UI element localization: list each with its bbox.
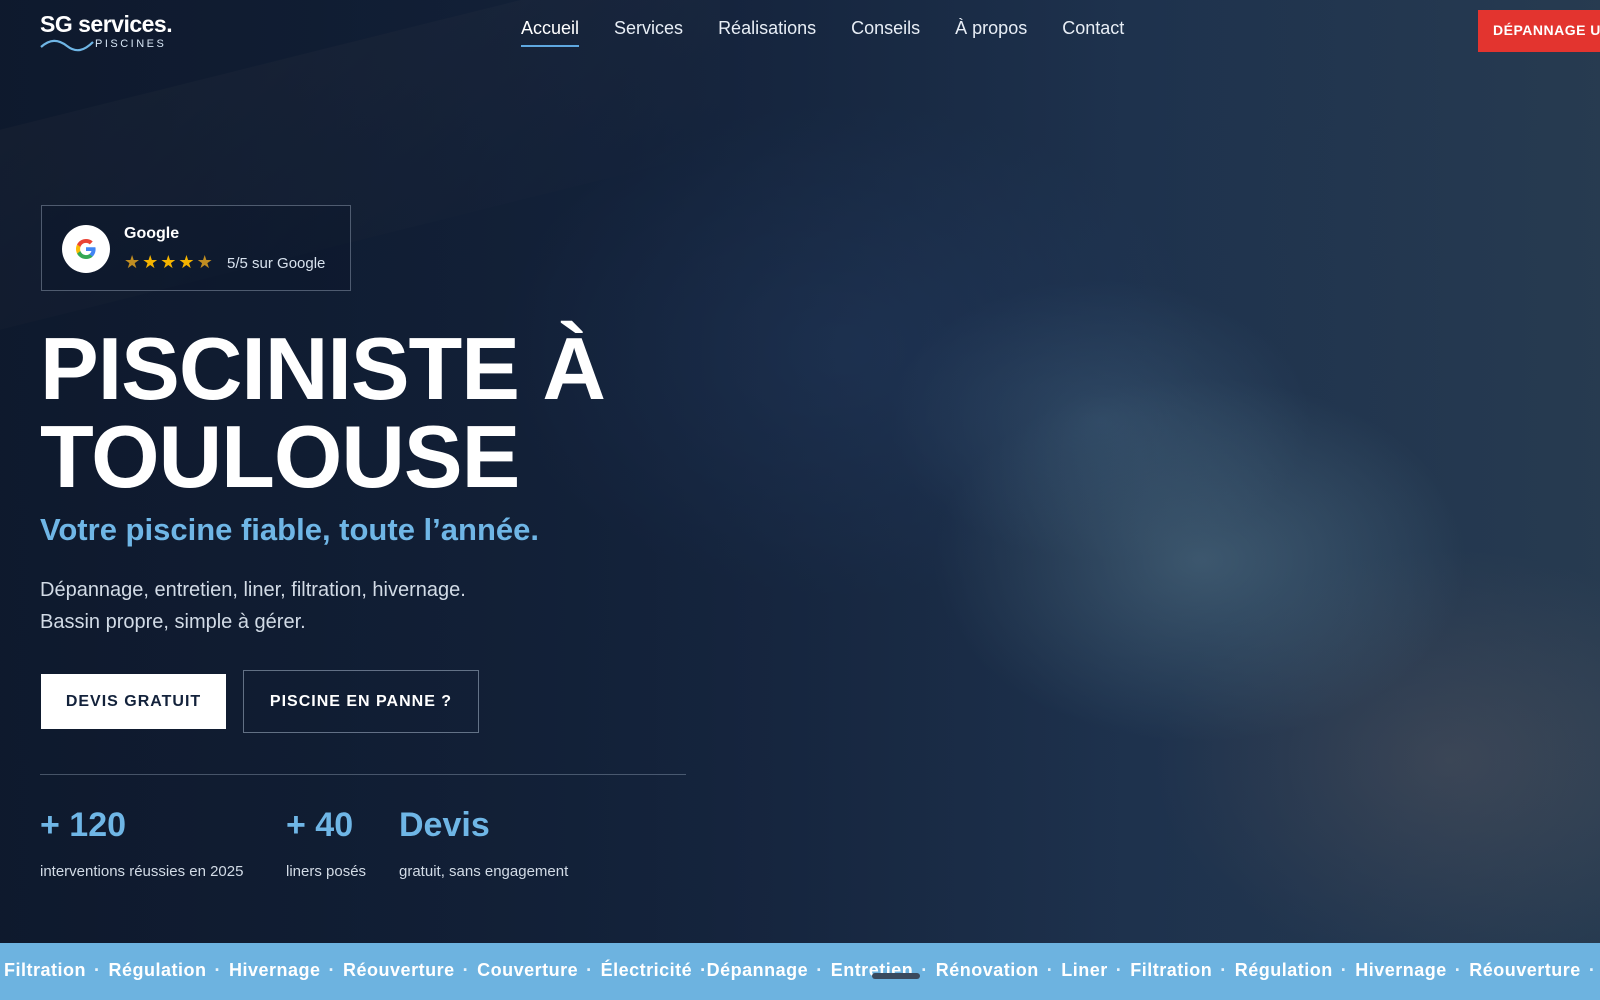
nav-item-realisations[interactable]: Réalisations xyxy=(718,18,816,47)
stat-label: interventions réussies en 2025 xyxy=(40,863,244,880)
stat-value: Devis xyxy=(399,806,490,844)
nav-item-services[interactable]: Services xyxy=(614,18,683,47)
page-title-line-1: PISCINISTE À xyxy=(40,319,606,418)
ticker-separator: · xyxy=(816,960,823,980)
stat-interventions: + 120 interventions réussies en 2025 xyxy=(40,805,243,880)
ticker-separator: · xyxy=(1454,960,1462,980)
ticker-separator: · xyxy=(1588,960,1596,980)
hero-tagline: Votre piscine fiable, toute l’année. xyxy=(40,512,539,547)
hero-description-line-1: Dépannage, entretien, liner, filtration,… xyxy=(40,579,466,601)
ticker-separator: · xyxy=(1115,960,1123,980)
ticker-separator: · xyxy=(328,960,336,980)
ticker-track: · Filtration · Régulation · Hivernage · Réouve… xyxy=(0,960,1600,981)
rating-stars: ★ ★ ★ ★ ★ xyxy=(124,253,213,271)
logo-subtitle: PISCINES xyxy=(95,38,167,50)
free-quote-button[interactable]: DEVIS GRATUIT xyxy=(41,674,226,729)
ticker-item: Hivernage xyxy=(1355,960,1447,980)
rating-text: 5/5 sur Google xyxy=(227,255,326,272)
star-icon: ★ xyxy=(142,252,159,272)
logo-wordmark: SG services. xyxy=(40,11,173,37)
scroll-indicator[interactable] xyxy=(872,973,920,979)
ticker-item: Rénovation xyxy=(935,960,1039,980)
main-nav: Accueil Services Réalisations Conseils À… xyxy=(521,18,1159,47)
star-icon: ★ xyxy=(160,252,177,272)
stat-value: + 40 xyxy=(286,806,354,844)
hero-description-line-2: Bassin propre, simple à gérer. xyxy=(40,611,306,633)
ticker-separator: · xyxy=(214,960,221,980)
hero-description: Dépannage, entretien, liner, filtration,… xyxy=(40,574,466,638)
star-icon: ★ xyxy=(124,252,141,272)
emergency-repair-button[interactable]: DÉPANNAGE U xyxy=(1478,10,1600,52)
google-label: Google xyxy=(124,225,180,242)
ticker-item: ·Dépannage xyxy=(700,960,809,980)
ticker-item: · Filtration xyxy=(0,960,86,980)
wave-icon xyxy=(40,39,94,52)
stats-divider xyxy=(40,774,686,775)
ticker-separator: · xyxy=(1340,960,1348,980)
site-logo[interactable]: SG services. PISCINES xyxy=(40,12,190,52)
ticker-separator: · xyxy=(1220,960,1227,980)
ticker-item: Régulation xyxy=(108,960,207,980)
nav-item-contact[interactable]: Contact xyxy=(1062,18,1124,47)
ticker-item: Hivernage xyxy=(229,960,321,980)
ticker-item: Régulation xyxy=(1234,960,1333,980)
site-header: SG services. PISCINES Accueil Services R… xyxy=(0,0,1600,64)
stat-label: gratuit, sans engagement xyxy=(399,863,569,880)
google-review-badge[interactable]: Google ★ ★ ★ ★ ★ 5/5 sur Google xyxy=(41,205,351,291)
page-title-line-2: TOULOUSE xyxy=(40,407,520,506)
pool-breakdown-button[interactable]: PISCINE EN PANNE ? xyxy=(243,670,479,733)
stat-liners: + 40 liners posés xyxy=(286,805,366,880)
star-icon: ★ xyxy=(196,252,213,272)
nav-item-a-propos[interactable]: À propos xyxy=(955,18,1027,47)
ticker-separator: · xyxy=(94,960,101,980)
page-title: PISCINISTE À TOULOUSE xyxy=(40,325,740,501)
ticker-item: Électricité xyxy=(600,960,693,980)
google-logo-icon xyxy=(62,225,110,273)
ticker-item: Couverture xyxy=(477,960,579,980)
ticker-item: Réouverture xyxy=(1469,960,1581,980)
ticker-item: Filtration xyxy=(1130,960,1213,980)
stat-quote: Devis gratuit, sans engagement xyxy=(399,805,568,880)
services-ticker: · Filtration · Régulation · Hivernage · Réouve… xyxy=(0,943,1600,1000)
star-icon: ★ xyxy=(178,252,195,272)
ticker-separator: · xyxy=(1046,960,1054,980)
nav-item-accueil[interactable]: Accueil xyxy=(521,18,580,47)
nav-item-conseils[interactable]: Conseils xyxy=(851,18,920,47)
ticker-separator: · xyxy=(921,960,928,980)
stat-label: liners posés xyxy=(286,863,367,880)
ticker-item: Réouverture xyxy=(343,960,455,980)
ticker-separator: · xyxy=(586,960,593,980)
ticker-item: Liner xyxy=(1061,960,1108,980)
stat-value: + 120 xyxy=(40,806,127,844)
ticker-separator: · xyxy=(462,960,470,980)
